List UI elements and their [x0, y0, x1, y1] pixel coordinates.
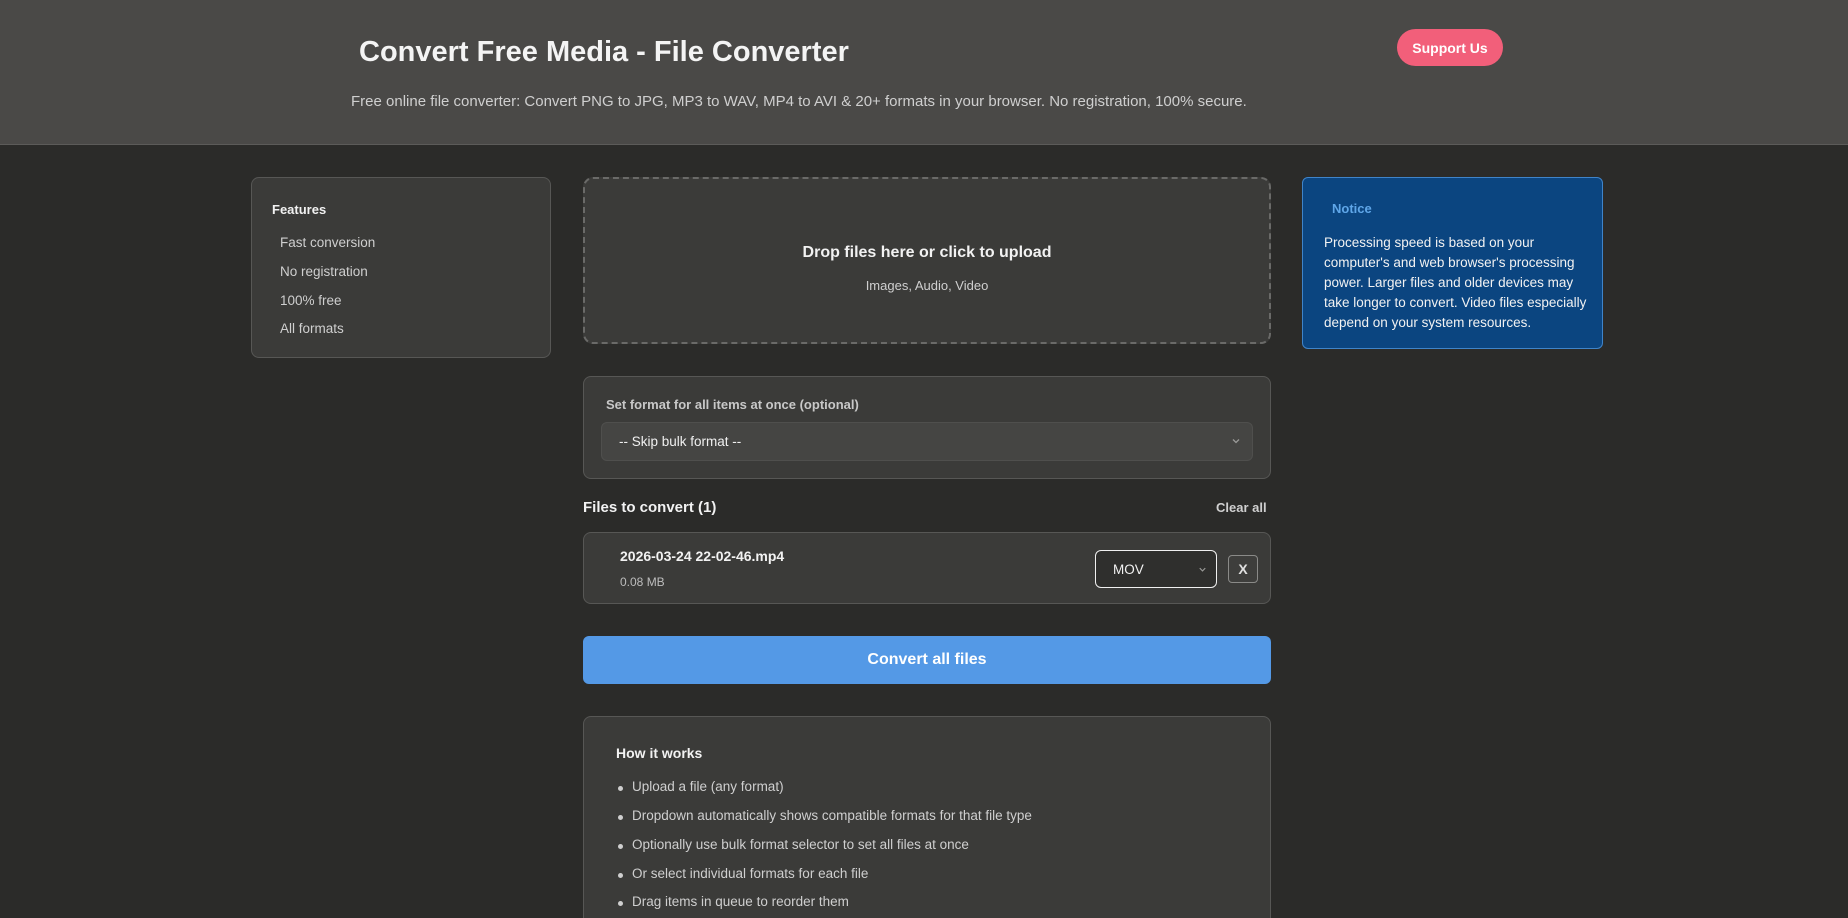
feature-item: All formats: [280, 321, 344, 336]
chevron-down-icon: [1232, 439, 1240, 444]
file-dropzone[interactable]: Drop files here or click to upload Image…: [583, 177, 1271, 344]
remove-file-button[interactable]: X: [1228, 555, 1258, 583]
feature-item: No registration: [280, 264, 368, 279]
how-it-works-item: Upload a file (any format): [618, 779, 784, 794]
bulk-format-select[interactable]: -- Skip bulk format --: [601, 422, 1253, 461]
features-panel: Features Fast conversion No registration…: [251, 177, 551, 358]
page-title: Convert Free Media - File Converter: [359, 36, 849, 68]
how-it-works-panel: How it works Upload a file (any format) …: [583, 716, 1271, 918]
how-it-works-item: Or select individual formats for each fi…: [617, 866, 869, 881]
chevron-down-icon: [1199, 567, 1206, 572]
file-size: 0.08 MB: [620, 575, 665, 589]
dropzone-title: Drop files here or click to upload: [802, 244, 1052, 261]
support-us-button[interactable]: Support Us: [1397, 29, 1503, 66]
feature-item: Fast conversion: [280, 235, 376, 250]
site-header: Convert Free Media - File Converter Free…: [0, 0, 1848, 145]
features-title: Features: [272, 202, 327, 217]
file-format-value: MOV: [1113, 561, 1144, 577]
bulk-format-value: -- Skip bulk format --: [619, 434, 742, 449]
how-it-works-title: How it works: [616, 745, 703, 761]
notice-text: Processing speed is based on your comput…: [1324, 235, 1587, 330]
notice-panel: Notice Processing speed is based on your…: [1302, 177, 1603, 349]
files-heading: Files to convert (1): [583, 499, 717, 516]
notice-title: Notice: [1332, 201, 1372, 216]
clear-all-button[interactable]: Clear all: [1216, 500, 1267, 515]
feature-item: 100% free: [280, 293, 342, 308]
file-name: 2026-03-24 22-02-46.mp4: [620, 548, 785, 564]
how-it-works-item: Dropdown automatically shows compatible …: [618, 808, 1032, 823]
dropzone-subtitle: Images, Audio, Video: [865, 278, 989, 293]
file-format-select[interactable]: MOV: [1095, 550, 1217, 588]
page-subtitle: Free online file converter: Convert PNG …: [351, 93, 1247, 110]
bulk-format-label: Set format for all items at once (option…: [606, 397, 859, 412]
how-it-works-item: Drag items in queue to reorder them: [618, 894, 849, 909]
file-row[interactable]: 2026-03-24 22-02-46.mp4 0.08 MB MOV X: [583, 532, 1271, 604]
how-it-works-item: Optionally use bulk format selector to s…: [618, 837, 969, 852]
convert-all-button[interactable]: Convert all files: [583, 636, 1271, 684]
bulk-format-panel: Set format for all items at once (option…: [583, 376, 1271, 479]
